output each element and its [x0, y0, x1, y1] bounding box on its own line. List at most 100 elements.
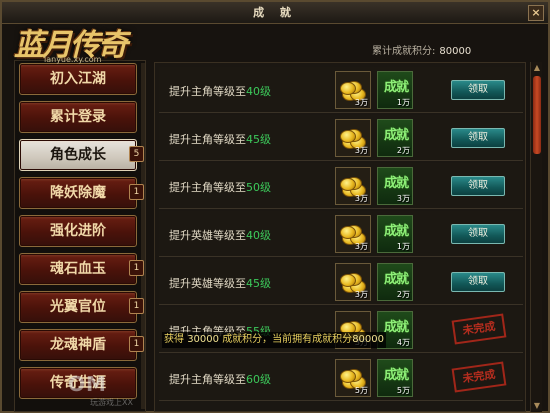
task-text: 提升英雄等级至 [169, 277, 246, 290]
reward-toast: 获得 30000 成就积分，当前拥有成就积分80000 [162, 332, 386, 348]
achievement-row: 提升主角等级至50级 3万 成就 3万 领取 [159, 163, 523, 209]
gold-reward-tile[interactable]: 3万 [335, 71, 371, 109]
points-quantity: 2万 [396, 146, 410, 155]
notification-badge: 1 [129, 260, 144, 276]
points-quantity: 2万 [396, 290, 410, 299]
task-text: 提升主角等级至 [169, 181, 246, 194]
achievement-task: 提升主角等级至60级 [169, 371, 271, 387]
gold-quantity: 3万 [354, 290, 368, 299]
toast-prefix: 获得 [164, 334, 184, 345]
category-sidebar: 初入江湖 累计登录 角色成长 5 降妖除魔 1 强化进阶 魂石血玉 1 光翼官位 1 龙魂神盾 1 传奇生… [14, 60, 146, 412]
achievement-points-icon: 成就 [383, 368, 409, 383]
achievement-points-icon: 成就 [383, 80, 409, 95]
task-text: 提升英雄等级至 [169, 229, 246, 242]
task-level: 45级 [246, 277, 271, 290]
achievement-list: 提升主角等级至40级 3万 成就 1万 领取 提升主角等级至45级 3万 成就 2万 领取 提升主角… [154, 62, 526, 412]
logo-site: lanyue.xy.com [44, 55, 102, 64]
points-quantity: 1万 [396, 98, 410, 107]
achievement-points-tile[interactable]: 成就 2万 [377, 263, 413, 301]
achievement-points-icon: 成就 [383, 128, 409, 143]
achievement-points-tile[interactable]: 成就 1万 [377, 215, 413, 253]
achievement-points-icon: 成就 [383, 272, 409, 287]
toast-middle: 成就积分，当前拥有成就积分 [222, 334, 353, 345]
notification-badge: 5 [129, 146, 144, 162]
gold-reward-tile[interactable]: 3万 [335, 215, 371, 253]
sidebar-item-label: 初入江湖 [50, 71, 106, 87]
sidebar-item-4[interactable]: 强化进阶 [19, 215, 137, 247]
sidebar-item-1[interactable]: 累计登录 [19, 101, 137, 133]
sidebar-item-5[interactable]: 魂石血玉 1 [19, 253, 144, 285]
achievement-points-tile[interactable]: 成就 3万 [377, 167, 413, 205]
notification-badge: 1 [129, 184, 144, 200]
task-level: 40级 [246, 229, 271, 242]
task-text: 提升主角等级至 [169, 373, 246, 386]
sidebar-scrollbar[interactable] [141, 63, 145, 409]
incomplete-stamp: 未完成 [451, 313, 507, 345]
sidebar-item-label: 魂石血玉 [50, 261, 106, 277]
task-level: 60级 [246, 373, 271, 386]
list-scrollbar[interactable]: ▲ ▼ [530, 62, 542, 412]
claim-button[interactable]: 领取 [451, 176, 505, 196]
sidebar-item-6[interactable]: 光翼官位 1 [19, 291, 144, 323]
task-text: 提升主角等级至 [169, 133, 246, 146]
claim-button[interactable]: 领取 [451, 224, 505, 244]
achievement-task: 提升主角等级至50级 [169, 179, 271, 195]
gold-reward-tile[interactable]: 3万 [335, 119, 371, 157]
sidebar-item-label: 角色成长 [50, 147, 106, 163]
achievement-task: 提升英雄等级至45级 [169, 275, 271, 291]
gold-reward-tile[interactable]: 3万 [335, 263, 371, 301]
points-quantity: 1万 [396, 242, 410, 251]
achievement-points-tile[interactable]: 成就 1万 [377, 71, 413, 109]
points-quantity: 3万 [396, 194, 410, 203]
sidebar-item-3[interactable]: 降妖除魔 1 [19, 177, 144, 209]
scroll-thumb[interactable] [533, 76, 541, 154]
gold-quantity: 3万 [354, 98, 368, 107]
achievement-points-tile[interactable]: 成就 5万 [377, 359, 413, 397]
achievement-task: 提升主角等级至40级 [169, 83, 271, 99]
sidebar-item-7[interactable]: 龙魂神盾 1 [19, 329, 144, 361]
sidebar-item-label: 龙魂神盾 [50, 337, 106, 353]
toast-current: 80000 [352, 334, 384, 345]
sidebar-item-label: 光翼官位 [50, 299, 106, 315]
achievement-task: 提升主角等级至45级 [169, 131, 271, 147]
claim-button[interactable]: 领取 [451, 272, 505, 292]
achievement-row: 提升主角等级至40级 3万 成就 1万 领取 [159, 67, 523, 113]
sidebar-item-2[interactable]: 角色成长 5 [19, 139, 144, 171]
gold-quantity: 5万 [354, 386, 368, 395]
achievement-points-tile[interactable]: 成就 2万 [377, 119, 413, 157]
close-button[interactable]: × [528, 5, 544, 21]
task-level: 40级 [246, 85, 271, 98]
achievement-row: 提升英雄等级至45级 3万 成就 2万 领取 [159, 259, 523, 305]
toast-gained: 30000 [187, 334, 219, 345]
total-achievement-score: 累计成就积分: 80000 [372, 42, 471, 57]
watermark: OM [68, 372, 107, 396]
gold-reward-tile[interactable]: 5万 [335, 359, 371, 397]
achievement-window: 成 就 × 蓝月传奇 lanyue.xy.com 累计成就积分: 80000 初入… [0, 0, 550, 413]
game-logo: 蓝月传奇 lanyue.xy.com [10, 16, 138, 68]
scroll-up-icon[interactable]: ▲ [532, 63, 542, 73]
watermark-sub: 玩游戏上XX [90, 398, 133, 407]
gold-reward-tile[interactable]: 3万 [335, 167, 371, 205]
claim-button[interactable]: 领取 [451, 80, 505, 100]
task-level: 50级 [246, 181, 271, 194]
task-text: 提升主角等级至 [169, 85, 246, 98]
total-score-value: 80000 [439, 46, 472, 57]
incomplete-stamp: 未完成 [451, 361, 507, 393]
task-level: 45级 [246, 133, 271, 146]
achievement-points-icon: 成就 [383, 176, 409, 191]
gold-quantity: 3万 [354, 194, 368, 203]
notification-badge: 1 [129, 336, 144, 352]
achievement-task: 提升英雄等级至40级 [169, 227, 271, 243]
achievement-row: 提升主角等级至45级 3万 成就 2万 领取 [159, 115, 523, 161]
gold-quantity: 3万 [354, 146, 368, 155]
window-title: 成 就 [253, 6, 297, 19]
achievement-row: 提升英雄等级至40级 3万 成就 1万 领取 [159, 211, 523, 257]
achievement-points-icon: 成就 [383, 224, 409, 239]
sidebar-item-label: 累计登录 [50, 109, 106, 125]
scroll-down-icon[interactable]: ▼ [532, 401, 542, 411]
sidebar-item-label: 降妖除魔 [50, 185, 106, 201]
claim-button[interactable]: 领取 [451, 128, 505, 148]
points-quantity: 4万 [396, 338, 410, 347]
achievement-row: 提升主角等级至60级 5万 成就 5万 未完成 [159, 355, 523, 401]
points-quantity: 5万 [396, 386, 410, 395]
